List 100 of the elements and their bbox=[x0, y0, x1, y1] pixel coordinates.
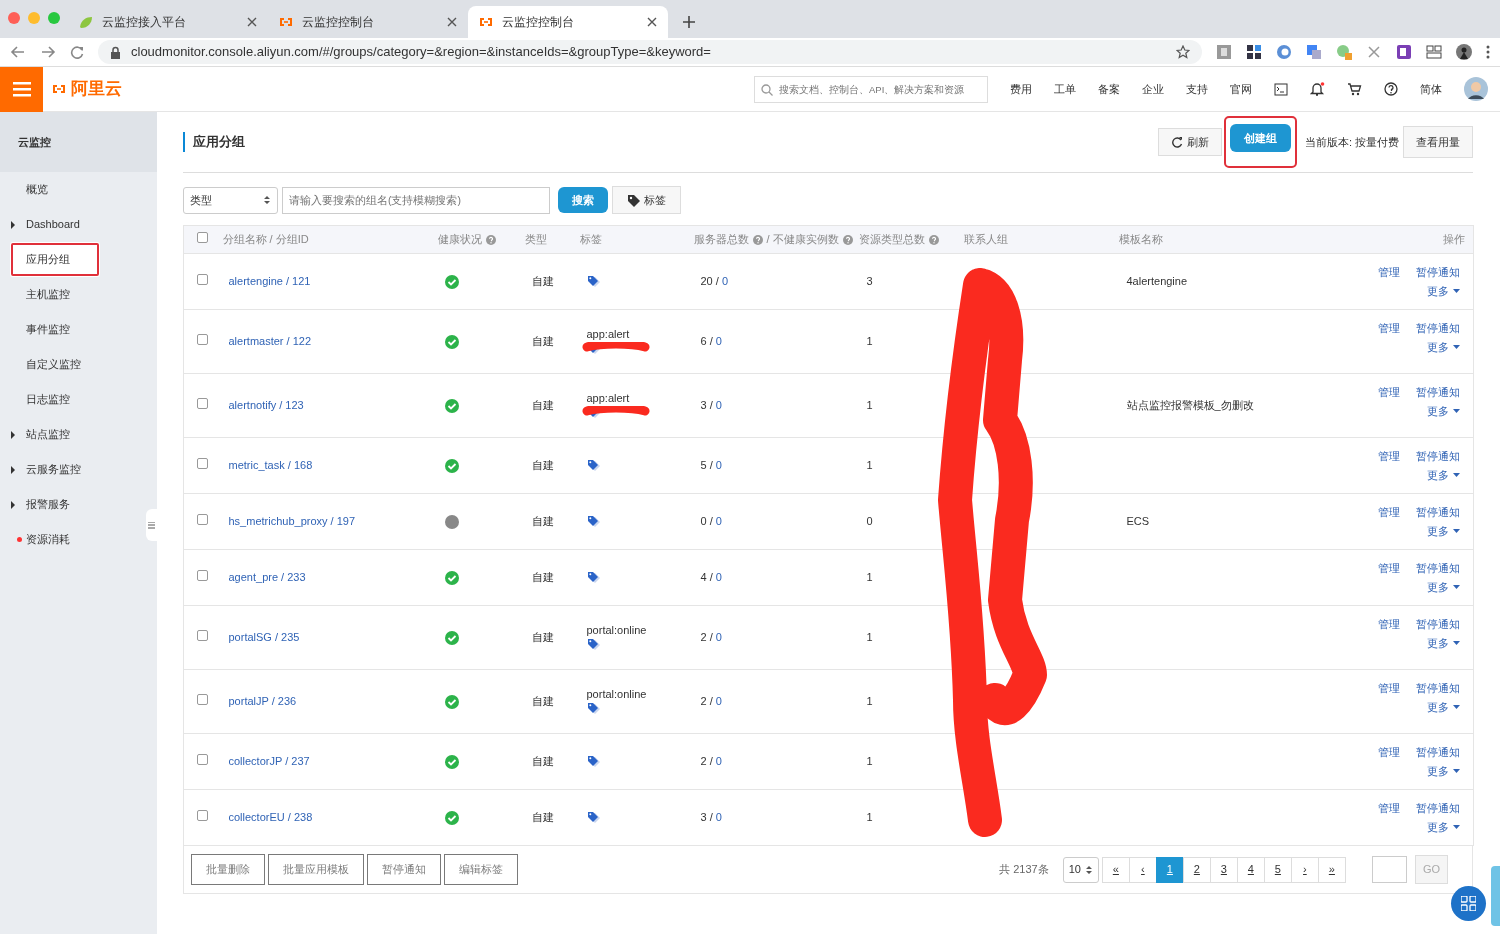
page-button[interactable]: › bbox=[1290, 856, 1319, 883]
nav-link[interactable]: 费用 bbox=[1010, 80, 1032, 98]
action-link[interactable]: 暂停通知 bbox=[1416, 384, 1460, 401]
checkbox[interactable] bbox=[197, 334, 209, 346]
tag-icon[interactable] bbox=[586, 275, 601, 288]
page-button[interactable]: 4 bbox=[1236, 856, 1265, 883]
view-usage-button[interactable]: 查看用量 bbox=[1403, 125, 1473, 159]
checkbox[interactable] bbox=[197, 398, 209, 410]
checkbox[interactable] bbox=[197, 274, 209, 286]
sidebar-item[interactable]: 云服务监控 bbox=[0, 452, 157, 487]
apps-button[interactable] bbox=[1451, 886, 1486, 921]
page-button[interactable]: 1 bbox=[1155, 856, 1184, 883]
search-button[interactable]: 搜索 bbox=[558, 186, 608, 214]
more-link[interactable]: 更多 bbox=[1427, 402, 1460, 419]
collapse-handle[interactable] bbox=[146, 509, 157, 541]
action-link[interactable]: 暂停通知 bbox=[1416, 680, 1460, 697]
sidebar-item[interactable]: 概览 bbox=[0, 172, 157, 207]
menu-icon[interactable] bbox=[1486, 44, 1490, 60]
group-link[interactable]: hs_metrichub_proxy / 197 bbox=[228, 515, 356, 528]
help-icon[interactable] bbox=[1384, 82, 1398, 96]
group-link[interactable]: collectorJP / 237 bbox=[228, 755, 310, 768]
tag-icon[interactable] bbox=[586, 755, 601, 768]
language-link[interactable]: 简体 bbox=[1420, 80, 1442, 98]
extension-icon[interactable] bbox=[1246, 44, 1262, 60]
action-link[interactable]: 暂停通知 bbox=[1416, 800, 1460, 817]
window-control[interactable] bbox=[8, 12, 20, 24]
action-link[interactable]: 暂停通知 bbox=[1416, 616, 1460, 633]
more-link[interactable]: 更多 bbox=[1427, 634, 1460, 651]
more-link[interactable]: 更多 bbox=[1427, 338, 1460, 355]
action-link[interactable]: 管理 bbox=[1378, 800, 1400, 817]
tag-button[interactable]: 标签 bbox=[612, 185, 681, 215]
nav-link[interactable]: 官网 bbox=[1230, 80, 1252, 98]
page-button[interactable]: 3 bbox=[1209, 856, 1238, 883]
checkbox[interactable] bbox=[197, 570, 209, 582]
page-button[interactable]: » bbox=[1317, 856, 1346, 883]
action-link[interactable]: 管理 bbox=[1378, 744, 1400, 761]
refresh-button[interactable]: 刷新 bbox=[1157, 127, 1222, 157]
action-link[interactable]: 暂停通知 bbox=[1416, 744, 1460, 761]
more-link[interactable]: 更多 bbox=[1427, 818, 1460, 835]
checkbox[interactable] bbox=[197, 810, 209, 822]
close-icon[interactable] bbox=[246, 16, 258, 28]
avatar-icon[interactable] bbox=[1464, 77, 1488, 101]
tag-icon[interactable] bbox=[586, 637, 601, 651]
sidebar-item[interactable]: 报警服务 bbox=[0, 487, 157, 522]
more-link[interactable]: 更多 bbox=[1427, 578, 1460, 595]
sidebar-item[interactable]: 应用分组 bbox=[10, 242, 100, 277]
sidebar-item[interactable]: 日志监控 bbox=[0, 382, 157, 417]
browser-tab[interactable]: 云监控控制台 bbox=[468, 6, 668, 38]
page-button[interactable]: 2 bbox=[1182, 856, 1211, 883]
translate-icon[interactable] bbox=[1306, 44, 1322, 60]
menu-button[interactable] bbox=[0, 66, 43, 112]
action-link[interactable]: 管理 bbox=[1378, 504, 1400, 521]
back-icon[interactable] bbox=[10, 45, 26, 59]
action-link[interactable]: 管理 bbox=[1378, 616, 1400, 633]
star-icon[interactable] bbox=[1176, 45, 1190, 59]
sidebar-item[interactable]: 事件监控 bbox=[0, 312, 157, 347]
group-link[interactable]: collectorEU / 238 bbox=[228, 811, 313, 824]
search-field[interactable]: 请输入要搜索的组名(支持模糊搜索) bbox=[282, 186, 550, 214]
page-button[interactable]: « bbox=[1101, 856, 1130, 883]
checkbox[interactable] bbox=[197, 754, 209, 766]
tag-icon[interactable] bbox=[586, 811, 601, 824]
avatar-icon[interactable] bbox=[1456, 44, 1472, 60]
browser-tab[interactable]: 云监控接入平台 bbox=[68, 6, 268, 38]
action-link[interactable]: 管理 bbox=[1378, 560, 1400, 577]
extension-icon[interactable] bbox=[1396, 44, 1412, 60]
new-tab-icon[interactable] bbox=[682, 15, 696, 29]
address-bar[interactable]: cloudmonitor.console.aliyun.com/#/groups/category=&region=&instanceIds=&groupType=&keyword= bbox=[98, 40, 1202, 64]
group-link[interactable]: agent_pre / 233 bbox=[228, 571, 306, 584]
group-link[interactable]: alertmaster / 122 bbox=[228, 335, 312, 348]
group-link[interactable]: metric_task / 168 bbox=[228, 459, 313, 472]
terminal-icon[interactable] bbox=[1274, 82, 1288, 96]
group-link[interactable]: alertnotify / 123 bbox=[228, 399, 304, 412]
action-link[interactable]: 管理 bbox=[1378, 320, 1400, 337]
sidebar-item[interactable]: Dashboard bbox=[0, 207, 157, 242]
bell-icon[interactable] bbox=[1310, 81, 1325, 97]
side-panel-handle[interactable] bbox=[1491, 866, 1500, 926]
close-icon[interactable] bbox=[646, 16, 658, 28]
search-field[interactable]: 搜索文档、控制台、API、解决方案和资源 bbox=[754, 75, 988, 103]
more-link[interactable]: 更多 bbox=[1427, 466, 1460, 483]
action-link[interactable]: 管理 bbox=[1378, 680, 1400, 697]
nav-link[interactable]: 备案 bbox=[1098, 80, 1120, 98]
page-input[interactable] bbox=[1371, 856, 1407, 883]
action-link[interactable]: 管理 bbox=[1378, 448, 1400, 465]
reload-icon[interactable] bbox=[70, 45, 84, 59]
checkbox[interactable] bbox=[197, 514, 209, 526]
checkbox[interactable] bbox=[197, 458, 209, 470]
action-link[interactable]: 暂停通知 bbox=[1416, 320, 1460, 337]
type-select[interactable]: 类型 bbox=[183, 186, 278, 214]
more-link[interactable]: 更多 bbox=[1427, 522, 1460, 539]
more-link[interactable]: 更多 bbox=[1427, 698, 1460, 715]
sidebar-item[interactable]: 站点监控 bbox=[0, 417, 157, 452]
nav-link[interactable]: 企业 bbox=[1142, 80, 1164, 98]
checkbox[interactable] bbox=[197, 232, 209, 244]
group-link[interactable]: alertengine / 121 bbox=[228, 275, 311, 288]
sidebar-item[interactable]: 主机监控 bbox=[0, 277, 157, 312]
nav-link[interactable]: 支持 bbox=[1186, 80, 1208, 98]
browser-tab[interactable]: 云监控控制台 bbox=[268, 6, 468, 38]
tag-icon[interactable] bbox=[586, 515, 601, 528]
page-button[interactable]: ‹ bbox=[1128, 856, 1157, 883]
action-link[interactable]: 暂停通知 bbox=[1416, 264, 1460, 281]
